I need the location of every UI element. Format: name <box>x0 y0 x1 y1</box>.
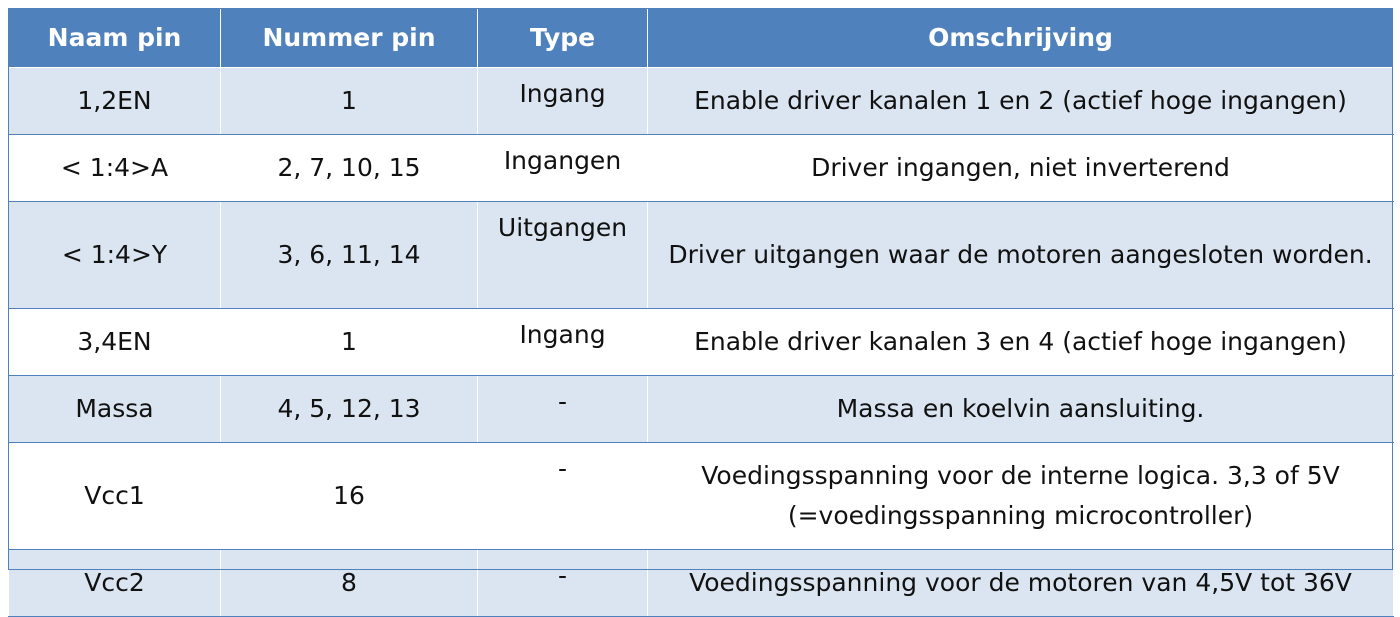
table-row: 1,2EN 1 Ingang Enable driver kanalen 1 e… <box>8 67 1394 135</box>
cell-naam: 1,2EN <box>8 67 221 135</box>
cell-type: Uitgangen <box>477 201 648 309</box>
table-row: < 1:4>A 2, 7, 10, 15 Ingangen Driver ing… <box>8 134 1394 202</box>
pin-table: Naam pin Nummer pin Type Omschrijving 1,… <box>8 8 1394 617</box>
table-row: Vcc1 16 - Voedingsspanning voor de inter… <box>8 442 1394 550</box>
header-type: Type <box>477 8 648 68</box>
cell-naam: < 1:4>A <box>8 134 221 202</box>
table-row: Massa 4, 5, 12, 13 - Massa en koelvin aa… <box>8 375 1394 443</box>
cell-naam: < 1:4>Y <box>8 201 221 309</box>
cell-omschrijving: Voedingsspanning voor de interne logica.… <box>647 442 1394 550</box>
cell-omschrijving: Driver ingangen, niet inverterend <box>647 134 1394 202</box>
cell-omschrijving: Massa en koelvin aansluiting. <box>647 375 1394 443</box>
cell-omschrijving: Enable driver kanalen 1 en 2 (actief hog… <box>647 67 1394 135</box>
header-omschrijving: Omschrijving <box>647 8 1394 68</box>
table-row: < 1:4>Y 3, 6, 11, 14 Uitgangen Driver ui… <box>8 201 1394 309</box>
cell-omschrijving: Driver uitgangen waar de motoren aangesl… <box>647 201 1394 309</box>
cell-nummer: 16 <box>220 442 478 550</box>
cell-naam: Vcc2 <box>8 549 221 617</box>
cell-type: - <box>477 442 648 550</box>
cell-naam: Massa <box>8 375 221 443</box>
table-row: 3,4EN 1 Ingang Enable driver kanalen 3 e… <box>8 308 1394 376</box>
cell-naam: Vcc1 <box>8 442 221 550</box>
header-nummer-pin: Nummer pin <box>220 8 478 68</box>
cell-nummer: 3, 6, 11, 14 <box>220 201 478 309</box>
header-naam-pin: Naam pin <box>8 8 221 68</box>
cell-type: Ingangen <box>477 134 648 202</box>
cell-type: - <box>477 549 648 617</box>
cell-type: Ingang <box>477 67 648 135</box>
cell-nummer: 2, 7, 10, 15 <box>220 134 478 202</box>
cell-type: Ingang <box>477 308 648 376</box>
cell-nummer: 4, 5, 12, 13 <box>220 375 478 443</box>
table-row: Vcc2 8 - Voedingsspanning voor de motore… <box>8 549 1394 617</box>
cell-naam: 3,4EN <box>8 308 221 376</box>
cell-omschrijving: Voedingsspanning voor de motoren van 4,5… <box>647 549 1394 617</box>
cell-nummer: 8 <box>220 549 478 617</box>
cell-nummer: 1 <box>220 67 478 135</box>
header-row: Naam pin Nummer pin Type Omschrijving <box>8 8 1394 68</box>
cell-nummer: 1 <box>220 308 478 376</box>
cell-omschrijving: Enable driver kanalen 3 en 4 (actief hog… <box>647 308 1394 376</box>
cell-type: - <box>477 375 648 443</box>
